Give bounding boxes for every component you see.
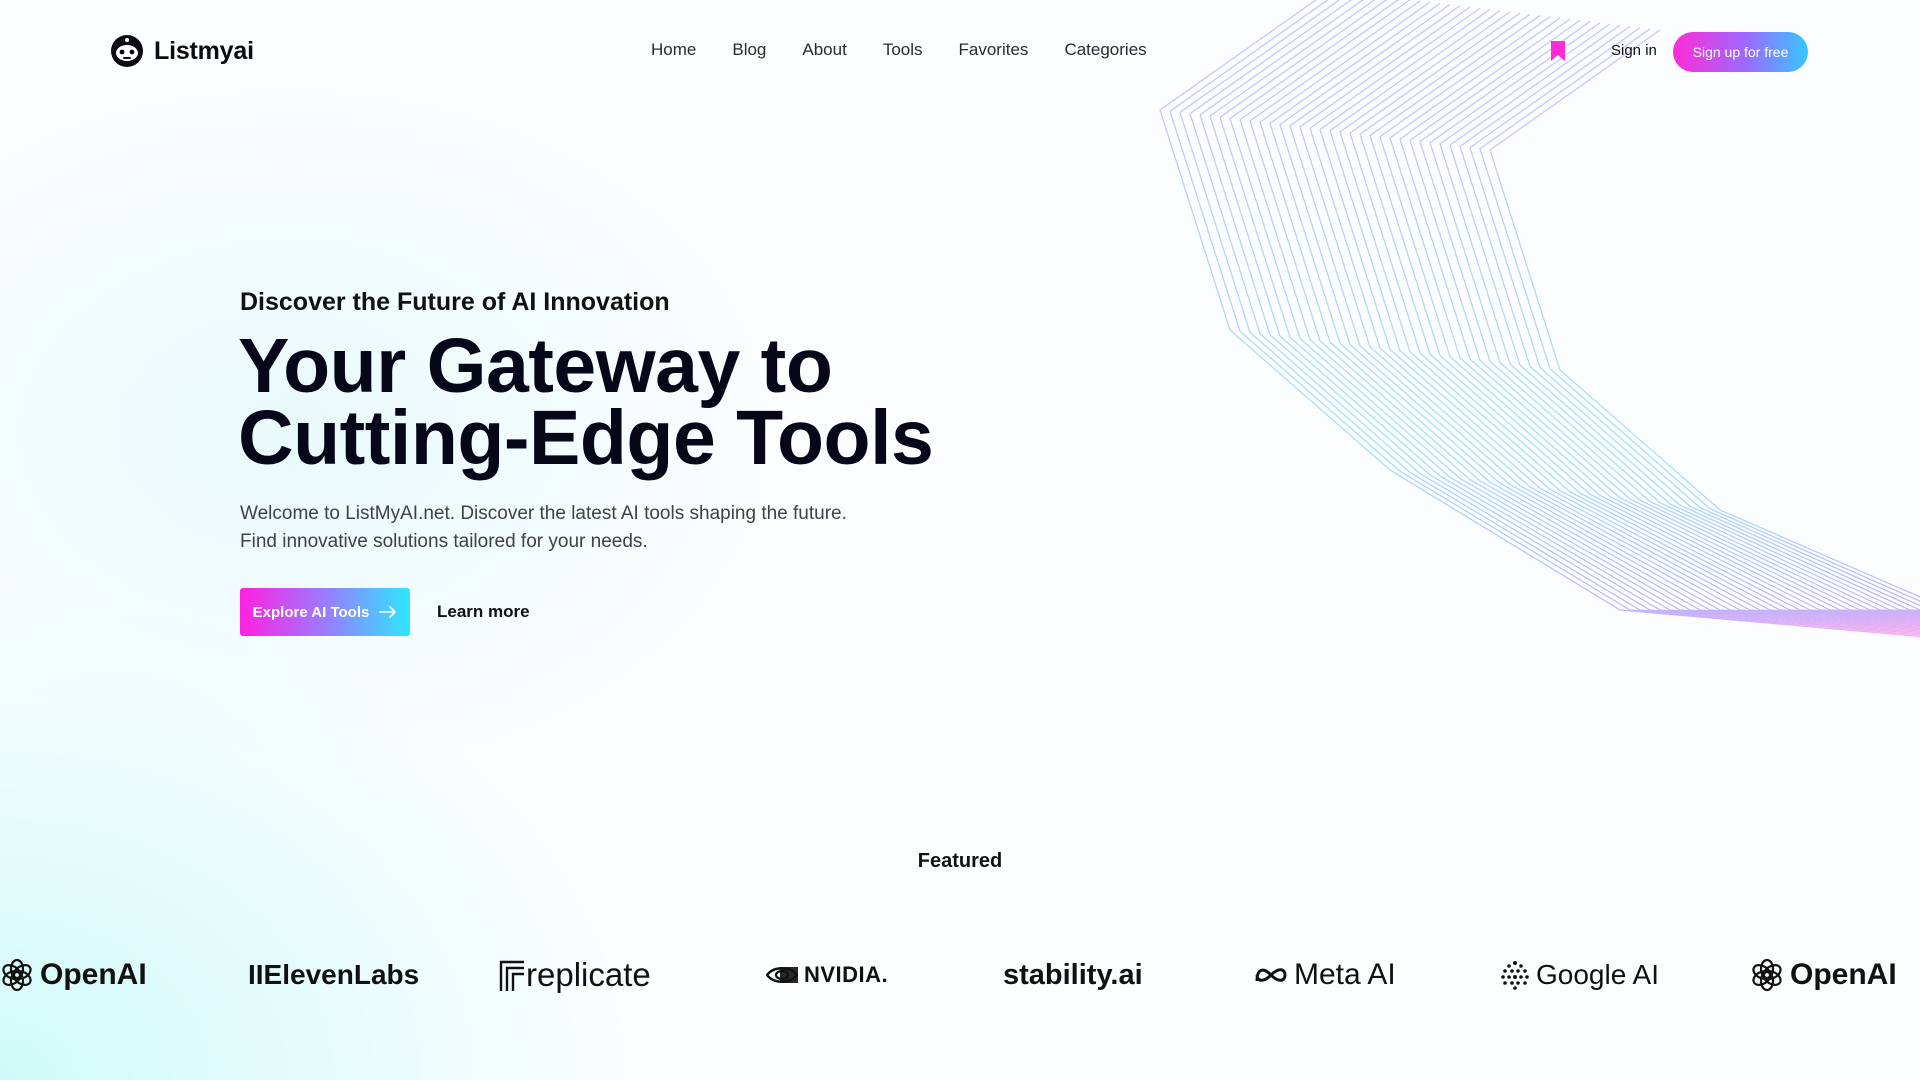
brand-meta-text: Meta AI: [1294, 958, 1396, 991]
main-nav: Home Blog About Tools Favorites Categori…: [651, 40, 1183, 60]
wave-line: [1439, 23, 1920, 612]
featured-logos: OpenAI IIElevenLabs replicate NVIDIA. st…: [0, 945, 1920, 1005]
brand-nvidia-text: NVIDIA.: [804, 962, 889, 987]
nav-blog[interactable]: Blog: [732, 40, 766, 60]
wave-line: [1429, 22, 1920, 612]
brand-elevenlabs[interactable]: IIElevenLabs: [248, 945, 419, 1005]
nvidia-eye-icon: [766, 967, 798, 983]
brand-meta[interactable]: Meta AI: [1254, 945, 1396, 1005]
hero-description: Welcome to ListMyAI.net. Discover the la…: [240, 500, 940, 556]
learn-more-link[interactable]: Learn more: [437, 602, 530, 622]
brand-elevenlabs-text: IIElevenLabs: [248, 959, 420, 990]
wave-line: [1419, 21, 1920, 613]
hero-desc-line1: Welcome to ListMyAI.net. Discover the la…: [240, 503, 847, 524]
hero-title: Your Gateway to Cutting-Edge Tools: [238, 328, 934, 477]
robot-face-icon: [111, 35, 143, 67]
wave-line: [1409, 19, 1920, 613]
wave-line: [1469, 27, 1920, 607]
wave-line: [1339, 11, 1920, 618]
logo[interactable]: Listmyai: [110, 34, 254, 68]
brand-openai-text: OpenAI: [40, 958, 147, 991]
wave-lines-decoration: [1159, 0, 1920, 638]
wave-line: [1369, 14, 1920, 616]
nav-categories[interactable]: Categories: [1064, 40, 1146, 60]
wave-line: [1479, 28, 1920, 602]
meta-infinity-icon: [1255, 968, 1287, 982]
brand-stability[interactable]: stability.ai: [1003, 945, 1143, 1005]
nav-home[interactable]: Home: [651, 40, 696, 60]
featured-heading: Featured: [917, 850, 1003, 872]
wave-line: [1449, 24, 1920, 611]
google-dots-icon: [1501, 961, 1529, 990]
sign-up-button[interactable]: Sign up for free: [1673, 32, 1808, 72]
nav-tools[interactable]: Tools: [883, 40, 923, 60]
nav-favorites[interactable]: Favorites: [959, 40, 1029, 60]
brand-openai[interactable]: OpenAI: [0, 945, 147, 1005]
brand-nvidia[interactable]: NVIDIA.: [766, 945, 888, 1005]
openai-icon: [1752, 958, 1782, 992]
replicate-icon: [499, 960, 524, 991]
brand-google-ai[interactable]: Google AI: [1500, 945, 1659, 1005]
hero-eyebrow: Discover the Future of AI Innovation: [240, 288, 670, 316]
wave-line: [1379, 16, 1920, 615]
brand-replicate-text: replicate: [526, 956, 651, 993]
arrow-right-icon: [379, 606, 397, 618]
explore-ai-tools-label: Explore AI Tools: [252, 603, 370, 621]
wave-line: [1399, 18, 1920, 614]
brand-replicate[interactable]: replicate: [498, 945, 651, 1005]
sign-in-link[interactable]: Sign in: [1611, 42, 1657, 59]
wave-line: [1349, 12, 1920, 617]
nav-about[interactable]: About: [802, 40, 846, 60]
brand-openai-repeat-text: OpenAI: [1790, 958, 1897, 991]
openai-icon: [2, 958, 32, 992]
logo-text: Listmyai: [154, 36, 254, 65]
wave-line: [1359, 13, 1920, 616]
brand-stability-text: stability.ai: [1003, 958, 1143, 991]
hero-title-line2: Cutting-Edge Tools: [238, 395, 934, 481]
brand-openai-repeat[interactable]: OpenAI: [1750, 945, 1897, 1005]
wave-line: [1459, 25, 1920, 611]
brand-google-ai-text: Google AI: [1536, 959, 1659, 990]
explore-ai-tools-button[interactable]: Explore AI Tools: [240, 588, 410, 636]
bookmark-icon[interactable]: [1549, 40, 1567, 62]
wave-line: [1389, 17, 1920, 614]
wave-line: [1489, 29, 1920, 598]
site-header: Listmyai Home Blog About Tools Favorites…: [0, 0, 1920, 104]
hero-desc-line2: Find innovative solutions tailored for y…: [240, 531, 648, 552]
